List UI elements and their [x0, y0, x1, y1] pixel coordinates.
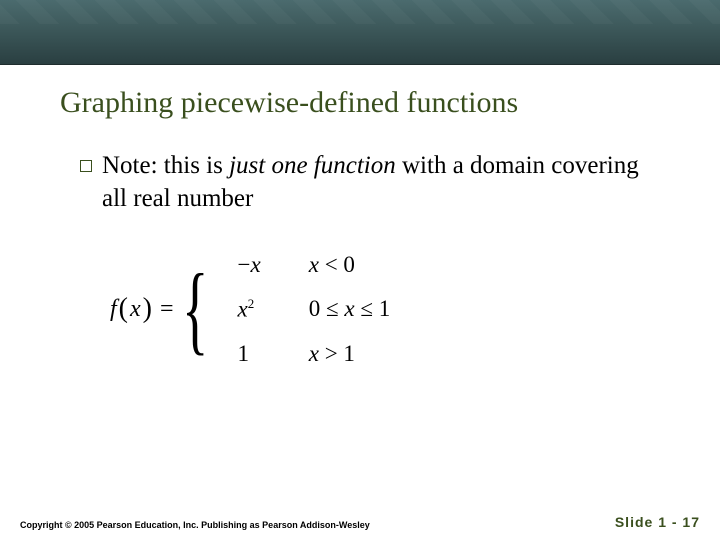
- case2-cond: 0 ≤ x ≤ 1: [309, 296, 390, 322]
- case1-expr: −x: [238, 252, 261, 278]
- case3-cond-var: x: [309, 341, 319, 366]
- copyright-text: Copyright © 2005 Pearson Education, Inc.…: [20, 520, 370, 530]
- case3-cond: x > 1: [309, 341, 390, 367]
- bullet-pre: this is: [158, 152, 230, 179]
- slide-title: Graphing piecewise-defined functions: [60, 86, 670, 120]
- footer: Copyright © 2005 Pearson Education, Inc.…: [20, 514, 700, 530]
- case2-cond-rel1: 0 ≤: [309, 296, 345, 321]
- slide-number: Slide 1 - 17: [615, 514, 700, 530]
- case2-expr: x2: [238, 296, 261, 323]
- case3-expr: 1: [238, 341, 261, 367]
- case2-cond-var: x: [344, 296, 354, 321]
- bullet-italic: just one function: [229, 152, 396, 179]
- bullet-marker-icon: [80, 160, 92, 172]
- lhs-x: x: [130, 296, 141, 323]
- top-bar: [0, 0, 720, 65]
- bullet-lead: Note:: [102, 152, 158, 179]
- piecewise-equation: f ( x ) = { −x x < 0 x2 0 ≤ x ≤ 1 1 x > …: [110, 252, 390, 367]
- case2-sup: 2: [248, 296, 255, 311]
- case2-var: x: [238, 297, 248, 322]
- lhs-f: f: [110, 296, 117, 323]
- body-text: Note: this is just one function with a d…: [80, 150, 660, 215]
- lhs-close-paren: ): [141, 293, 154, 325]
- bullet-text: Note: this is just one function with a d…: [102, 150, 660, 215]
- case2-cond-rel2: ≤ 1: [355, 296, 391, 321]
- equals-sign: =: [160, 296, 174, 323]
- case3-num: 1: [238, 341, 250, 366]
- bullet-row: Note: this is just one function with a d…: [80, 150, 660, 215]
- left-brace-icon: {: [182, 259, 208, 359]
- slide: Graphing piecewise-defined functions Not…: [0, 0, 720, 540]
- case3-cond-rel: > 1: [319, 341, 355, 366]
- case1-cond: x < 0: [309, 252, 390, 278]
- equation-lhs: f ( x ): [110, 293, 154, 325]
- lhs-open-paren: (: [117, 293, 130, 325]
- case1-neg: −: [238, 252, 251, 277]
- case1-cond-rel: < 0: [319, 252, 355, 277]
- cases-grid: −x x < 0 x2 0 ≤ x ≤ 1 1 x > 1: [238, 252, 391, 367]
- case1-var: x: [251, 252, 261, 277]
- case1-cond-var: x: [309, 252, 319, 277]
